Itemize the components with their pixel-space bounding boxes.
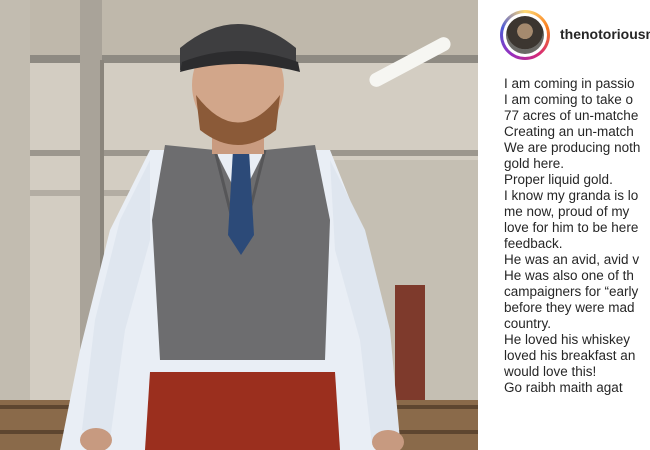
caption-line: He loved his whiskey [504, 332, 631, 347]
caption-line: 77 acres of un-matche [504, 108, 639, 123]
avatar-photo [506, 16, 544, 54]
caption-line: country. [504, 316, 552, 331]
caption-line: before they were mad [504, 300, 635, 315]
caption-line: I know my granda is lo [504, 188, 639, 203]
caption-line: campaigners for “early [504, 284, 639, 299]
caption-line: feedback. [504, 236, 563, 251]
post-caption: I am coming in passio I am coming to take… [504, 76, 650, 396]
caption-line: Proper liquid gold. [504, 172, 613, 187]
caption-line: loved his breakfast an [504, 348, 636, 363]
caption-line: I am coming in passio [504, 76, 635, 91]
caption-line: He was also one of th [504, 268, 634, 283]
caption-line: He was an avid, avid v [504, 252, 640, 267]
caption-line: Creating an un-match [504, 124, 634, 139]
post-header: thenotoriousm [500, 10, 650, 62]
caption-line: We are producing noth [504, 140, 641, 155]
caption-line: gold here. [504, 156, 565, 171]
caption-line: love for him to be here [504, 220, 639, 235]
avatar[interactable] [500, 10, 550, 60]
caption-line: would love this! [504, 364, 597, 379]
caption-line: I am coming to take o [504, 92, 634, 107]
post-photo[interactable] [0, 0, 478, 450]
caption-line: Go raibh maith agat [504, 380, 623, 395]
username-link[interactable]: thenotoriousm [560, 26, 650, 42]
caption-line: me now, proud of my [504, 204, 630, 219]
caption-panel: thenotoriousm I am coming in passio I am … [482, 0, 650, 450]
post-photo-illustration [0, 0, 478, 450]
